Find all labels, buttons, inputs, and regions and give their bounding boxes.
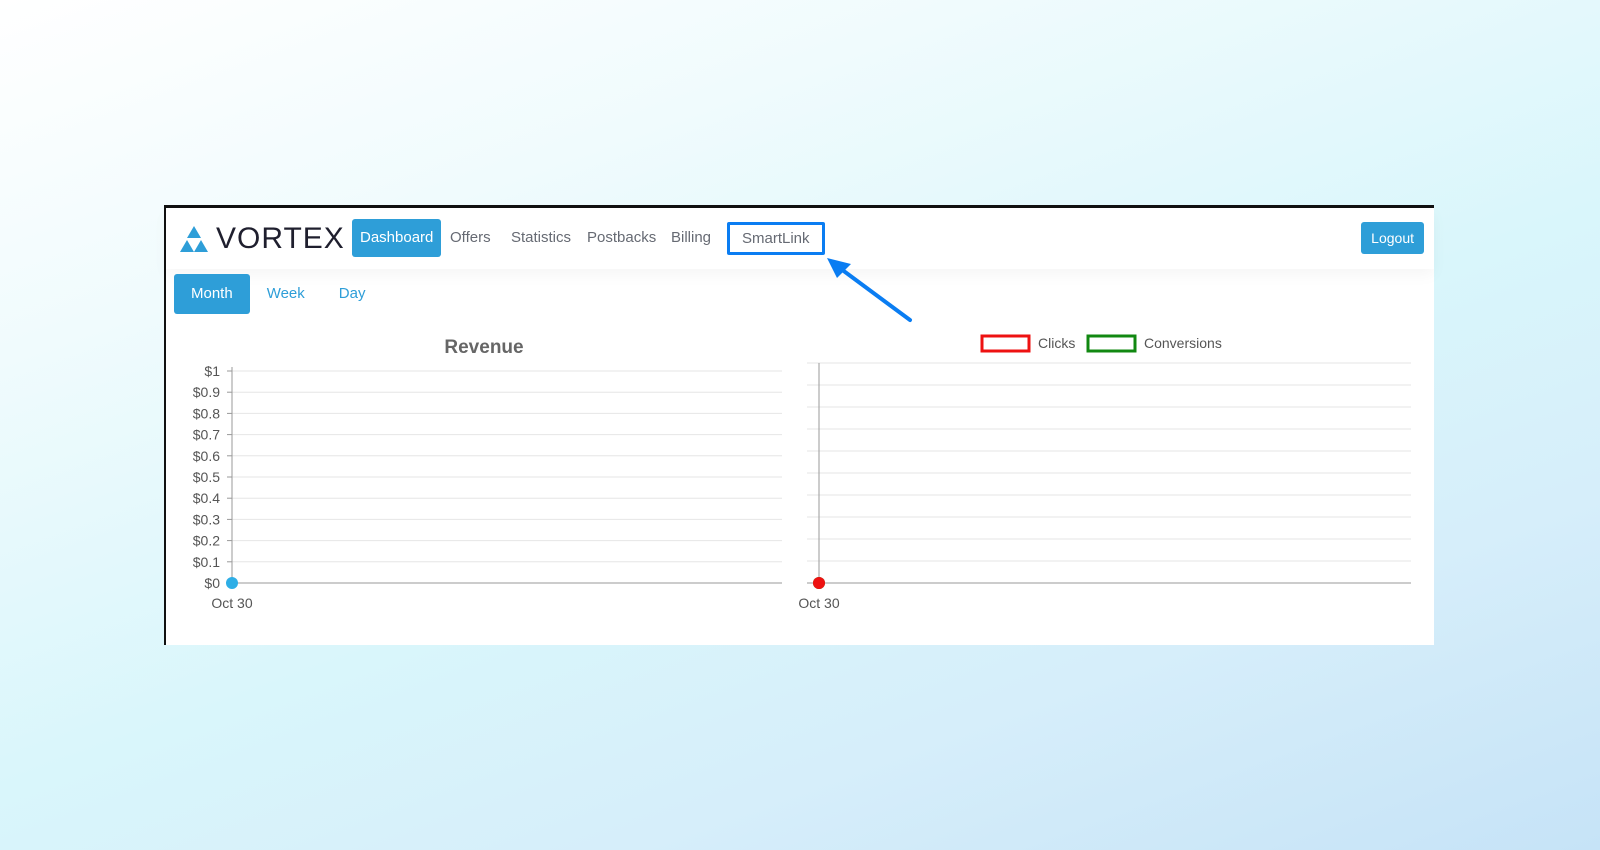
clicks-data-point (813, 577, 825, 589)
revenue-y-tick-label: $0.6 (193, 448, 220, 464)
revenue-y-tick-label: $0.1 (193, 554, 220, 570)
legend-label-clicks: Clicks (1038, 335, 1075, 351)
revenue-y-tick-label: $0.5 (193, 469, 220, 485)
revenue-y-tick-label: $0.3 (193, 511, 220, 527)
revenue-y-tick-label: $0.7 (193, 427, 220, 443)
charts-area: Revenue $0 $0.1 $0.2 $0.3 $0.4 $0.5 $0.6 $0.7 $0.… (193, 334, 1411, 611)
revenue-chart-title: Revenue (444, 337, 523, 358)
legend-label-conversions: Conversions (1144, 335, 1222, 351)
revenue-y-tick-label: $1 (204, 363, 220, 379)
revenue-y-tick-label: $0.2 (193, 533, 220, 549)
legend-swatch-clicks (980, 334, 1031, 353)
revenue-y-tick-label: $0.8 (193, 405, 220, 421)
revenue-y-tick-label: $0.4 (193, 490, 220, 506)
browser-viewport: VORTEX Dashboard Offers Statistics Postb… (164, 205, 1434, 645)
revenue-y-tick-label: $0.9 (193, 384, 220, 400)
revenue-x-tick-label: Oct 30 (211, 595, 252, 611)
revenue-y-tick-label: $0 (204, 575, 220, 591)
revenue-data-point (226, 577, 238, 589)
annotation-arrow-icon (827, 258, 912, 322)
activity-x-tick-label: Oct 30 (798, 595, 839, 611)
legend-swatch-conversions (1086, 334, 1137, 353)
